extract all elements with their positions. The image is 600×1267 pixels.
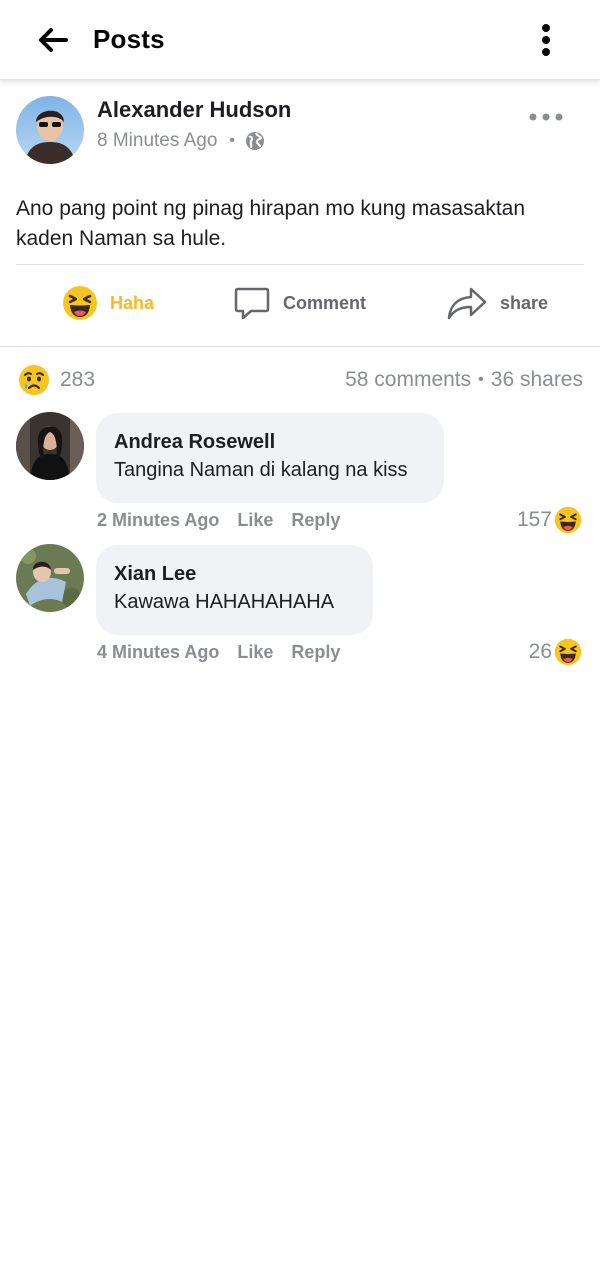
top-app-bar: Posts bbox=[0, 0, 600, 80]
author-avatar[interactable] bbox=[16, 96, 84, 164]
comment-timestamp: 4 Minutes Ago bbox=[97, 642, 220, 662]
shares-count-link[interactable]: 36 shares bbox=[491, 368, 583, 392]
comment-reply-button[interactable]: Reply bbox=[291, 642, 340, 663]
comment-reactions[interactable]: 26 bbox=[529, 638, 582, 666]
haha-face-icon bbox=[63, 286, 97, 320]
commenter-avatar[interactable] bbox=[16, 544, 84, 612]
comment-actions: 2 Minutes Ago Like Reply bbox=[97, 510, 340, 531]
comment-bubble: Xian Lee Kawawa HAHAHAHAHA bbox=[96, 545, 373, 635]
comments-count-link[interactable]: 58 comments bbox=[345, 368, 471, 392]
page-title: Posts bbox=[93, 24, 165, 54]
comment-button[interactable]: Comment bbox=[233, 281, 366, 325]
commenter-name[interactable]: Xian Lee bbox=[114, 561, 355, 587]
comment-reaction-count: 157 bbox=[516, 508, 552, 531]
comment-item: Xian Lee Kawawa HAHAHAHAHA 4 Minutes Ago… bbox=[0, 544, 600, 674]
post-meta: 8 Minutes Ago • bbox=[97, 130, 265, 152]
arrow-left-icon bbox=[39, 28, 68, 52]
commenter-name[interactable]: Andrea Rosewell bbox=[114, 429, 426, 455]
comment-actions: 4 Minutes Ago Like Reply bbox=[97, 642, 340, 663]
sad-face-icon bbox=[19, 365, 49, 395]
comment-reply-button[interactable]: Reply bbox=[291, 510, 340, 531]
share-arrow-icon bbox=[447, 287, 487, 320]
share-button[interactable]: share bbox=[446, 281, 548, 325]
post-timestamp[interactable]: 8 Minutes Ago bbox=[97, 130, 217, 152]
overflow-menu-button[interactable] bbox=[531, 20, 561, 60]
comment-text: Kawawa HAHAHAHAHA bbox=[114, 591, 335, 613]
haha-reaction-button[interactable]: Haha bbox=[62, 281, 154, 325]
globe-icon[interactable] bbox=[245, 131, 265, 151]
engagement-stats: 58 comments • 36 shares bbox=[345, 368, 583, 392]
kebab-menu-icon bbox=[542, 24, 550, 56]
engagement-separator: • bbox=[478, 371, 484, 388]
comment-like-button[interactable]: Like bbox=[237, 642, 273, 663]
divider bbox=[16, 264, 584, 265]
more-horizontal-icon bbox=[529, 113, 563, 121]
divider bbox=[0, 346, 600, 347]
post-author-name[interactable]: Alexander Hudson bbox=[97, 97, 291, 123]
share-label: share bbox=[500, 292, 549, 313]
comment-like-button[interactable]: Like bbox=[237, 510, 273, 531]
reaction-count: 283 bbox=[60, 368, 96, 391]
comment-reactions[interactable]: 157 bbox=[517, 506, 582, 534]
commenter-avatar[interactable] bbox=[16, 412, 84, 480]
comment-timestamp: 2 Minutes Ago bbox=[97, 510, 220, 530]
comment-bubble: Andrea Rosewell Tangina Naman di kalang … bbox=[96, 413, 444, 503]
haha-face-icon bbox=[554, 506, 582, 534]
reactions-summary[interactable]: 283 bbox=[18, 364, 95, 396]
haha-label: Haha bbox=[110, 292, 155, 313]
comment-text: Tangina Naman di kalang na kiss bbox=[114, 459, 408, 481]
back-button[interactable] bbox=[36, 24, 70, 56]
comment-bubble-icon bbox=[234, 287, 270, 320]
meta-separator: • bbox=[229, 132, 236, 149]
comment-label: Comment bbox=[283, 292, 367, 313]
post-options-button[interactable] bbox=[526, 106, 568, 128]
haha-face-icon bbox=[554, 638, 582, 666]
comment-item: Andrea Rosewell Tangina Naman di kalang … bbox=[0, 412, 600, 542]
post-text: Ano pang point ng pinag hirapan mo kung … bbox=[16, 197, 526, 250]
comment-reaction-count: 26 bbox=[528, 640, 552, 663]
